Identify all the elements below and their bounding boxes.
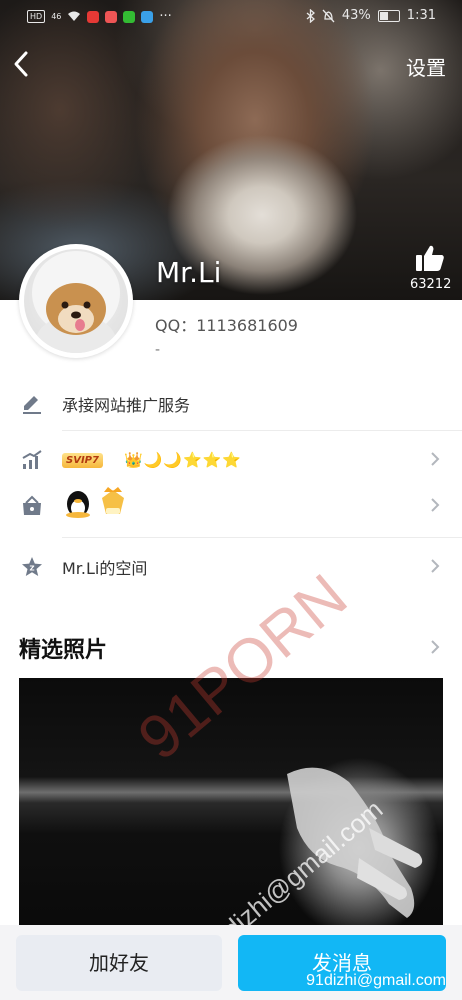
svip-badge: SVIP7 <box>62 453 103 468</box>
divider <box>62 430 462 431</box>
bluetooth-icon <box>306 8 315 23</box>
watermark-email-overlay: 91dizhi@gmail.com <box>306 972 446 989</box>
add-friend-button[interactable]: 加好友 <box>16 935 222 991</box>
back-button[interactable] <box>10 48 34 80</box>
level-icons: 👑🌙🌙⭐⭐⭐ <box>124 451 243 469</box>
chevron-left-icon <box>14 51 28 77</box>
badges-row[interactable] <box>0 480 462 530</box>
svg-text:Z: Z <box>29 565 34 573</box>
avatar[interactable] <box>19 244 133 358</box>
gift-box-icon <box>23 495 41 515</box>
wifi-icon <box>68 11 81 21</box>
featured-photos-title: 精选照片 <box>19 638 108 663</box>
chevron-right-icon <box>431 559 440 573</box>
bottom-action-bar: 加好友 发消息 91dizhi@gmail.com <box>0 925 462 1000</box>
signal-strength: 46 <box>51 12 62 21</box>
dog-avatar-graphic <box>32 251 120 353</box>
mute-icon <box>322 9 335 22</box>
divider <box>62 537 462 538</box>
profile-username: Mr.Li <box>156 256 222 289</box>
service-label: 承接网站推广服务 <box>62 396 191 415</box>
qq-penguin-icon <box>66 491 90 518</box>
battery-percent: 43% <box>341 8 371 23</box>
space-row[interactable]: Z Mr.Li的空间 <box>0 541 462 591</box>
vip-level-row[interactable]: SVIP7 👑🌙🌙⭐⭐⭐ <box>0 434 462 484</box>
like-button[interactable]: 63212 <box>410 244 452 292</box>
app-icon <box>105 10 118 23</box>
clock: 1:31 <box>406 8 436 23</box>
network-type: HD <box>27 10 46 23</box>
app-icon <box>141 10 154 23</box>
chevron-right-icon <box>431 452 440 466</box>
level-crown-icon <box>102 487 124 514</box>
edit-icon <box>23 396 41 414</box>
space-label: Mr.Li的空间 <box>62 559 148 578</box>
avatar-image <box>24 249 128 353</box>
status-bar: HD 46 ··· 43% 1:31 <box>0 0 462 34</box>
qq-number: QQ：1113681609 <box>155 316 298 335</box>
signature: - <box>155 342 161 358</box>
level-chart-icon <box>22 450 42 469</box>
app-icon <box>123 10 136 23</box>
settings-button[interactable]: 设置 <box>406 52 446 81</box>
status-right: 43% 1:31 <box>306 8 436 23</box>
star-icon: Z <box>22 557 42 576</box>
thumbs-up-icon <box>416 245 444 271</box>
like-count: 63212 <box>410 277 452 292</box>
service-row[interactable]: 承接网站推广服务 <box>0 378 462 428</box>
more-notifications: ··· <box>159 9 172 24</box>
battery-icon <box>377 9 400 22</box>
status-left: HD 46 ··· <box>27 9 172 24</box>
chevron-right-icon[interactable] <box>428 638 442 656</box>
mic-app-icon <box>87 10 100 23</box>
chevron-right-icon <box>431 498 440 512</box>
